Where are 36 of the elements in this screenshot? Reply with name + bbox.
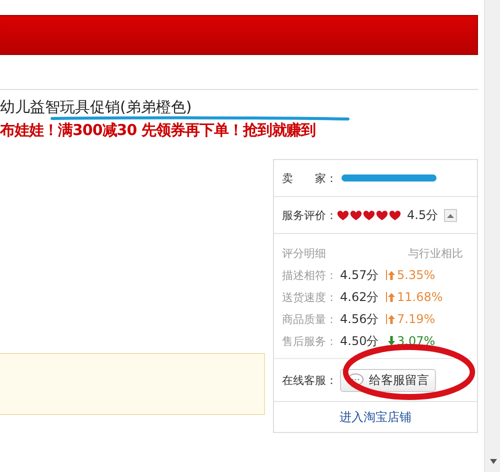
product-title: 幼儿益智玩具促销(弟弟橙色) xyxy=(0,98,193,116)
collapse-button[interactable] xyxy=(444,208,458,222)
column-header: 与行业相比 xyxy=(408,246,463,260)
chat-bubble-icon xyxy=(347,373,364,387)
change-value: 11.68% xyxy=(397,290,443,304)
column-header: 评分明细 xyxy=(282,246,326,260)
heart-icon xyxy=(389,210,401,220)
scroll-down-icon[interactable] xyxy=(490,459,497,464)
down-arrow-icon xyxy=(386,336,395,346)
change-value: 5.35% xyxy=(397,268,436,282)
promo-text: 布娃娃！满300减30 先领券再下单！抢到就赚到 xyxy=(0,121,316,139)
up-arrow-icon xyxy=(386,292,395,302)
rating-label: 服务评价： xyxy=(282,208,337,222)
up-arrow-icon xyxy=(386,314,395,324)
score-label: 送货速度： xyxy=(282,290,338,304)
score-value: 4.50分 xyxy=(340,332,380,350)
service-label: 在线客服： xyxy=(282,372,337,388)
enter-shop-link[interactable]: 进入淘宝店铺 xyxy=(340,408,412,426)
change-value: 7.19% xyxy=(397,312,436,326)
score-label: 售后服务： xyxy=(282,334,338,348)
score-value: 4.57分 xyxy=(340,266,380,284)
scrollbar[interactable] xyxy=(484,0,500,472)
message-button[interactable]: 给客服留言 xyxy=(340,368,436,392)
heart-icon xyxy=(363,210,375,220)
heart-icon xyxy=(350,210,362,220)
heart-icon xyxy=(376,210,388,220)
score-value: 4.56分 xyxy=(340,310,380,328)
score-value: 4.62分 xyxy=(340,288,380,306)
score-label: 描述相符： xyxy=(282,268,338,282)
score-label: 商品质量： xyxy=(282,312,338,326)
up-arrow-icon xyxy=(386,270,395,280)
caret-icon xyxy=(447,212,454,218)
rating-score: 4.5分 xyxy=(407,206,438,224)
change-value: 3.07% xyxy=(397,334,436,348)
seller-label: 卖 家： xyxy=(282,170,337,186)
heart-icon xyxy=(337,210,349,220)
